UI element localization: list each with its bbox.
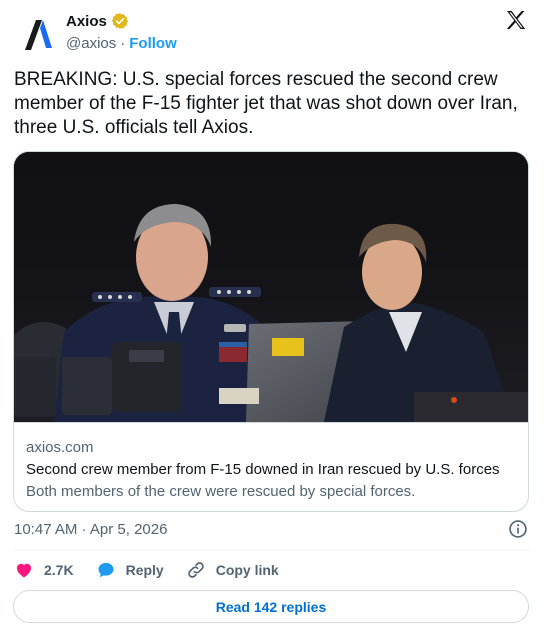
- card-image[interactable]: [14, 152, 528, 422]
- tweet-header: Axios @axios · Follow: [0, 0, 544, 64]
- follow-button[interactable]: Follow: [129, 35, 177, 52]
- photo-officials-at-table: [14, 152, 528, 422]
- avatar[interactable]: [14, 10, 62, 58]
- separator-dot: ·: [120, 34, 126, 52]
- axios-logo-icon: [25, 20, 52, 50]
- like-count: 2.7K: [44, 562, 74, 578]
- x-logo-icon[interactable]: [504, 8, 528, 32]
- heart-icon: [16, 563, 32, 578]
- reply-button[interactable]: Reply: [96, 560, 164, 580]
- tweet-text: BREAKING: U.S. special forces rescued th…: [14, 69, 518, 138]
- card-domain: axios.com: [26, 439, 94, 456]
- link-icon: [187, 562, 204, 578]
- action-bar: 2.7K Reply Copy link: [14, 558, 301, 582]
- copy-link-button[interactable]: Copy link: [186, 560, 279, 580]
- read-replies-button[interactable]: Read 142 replies: [13, 590, 529, 623]
- like-button[interactable]: 2.7K: [14, 560, 74, 580]
- timestamp[interactable]: 10:47 AM · Apr 5, 2026: [14, 521, 167, 538]
- card-description: Both members of the crew were rescued by…: [26, 483, 416, 500]
- divider: [14, 550, 530, 551]
- info-icon[interactable]: [508, 519, 528, 539]
- link-card[interactable]: axios.com Second crew member from F-15 d…: [13, 151, 529, 512]
- reply-label: Reply: [125, 562, 164, 578]
- verified-badge-icon: [111, 13, 128, 29]
- handle-row: @axios · Follow: [66, 33, 177, 53]
- copy-link-label: Copy link: [215, 562, 279, 578]
- display-name[interactable]: Axios: [66, 13, 107, 30]
- handle[interactable]: @axios: [66, 35, 116, 52]
- reply-bubble-icon: [98, 562, 114, 578]
- card-meta[interactable]: axios.com Second crew member from F-15 d…: [14, 422, 528, 511]
- card-title: Second crew member from F-15 downed in I…: [26, 461, 500, 478]
- name-row: Axios: [66, 11, 129, 31]
